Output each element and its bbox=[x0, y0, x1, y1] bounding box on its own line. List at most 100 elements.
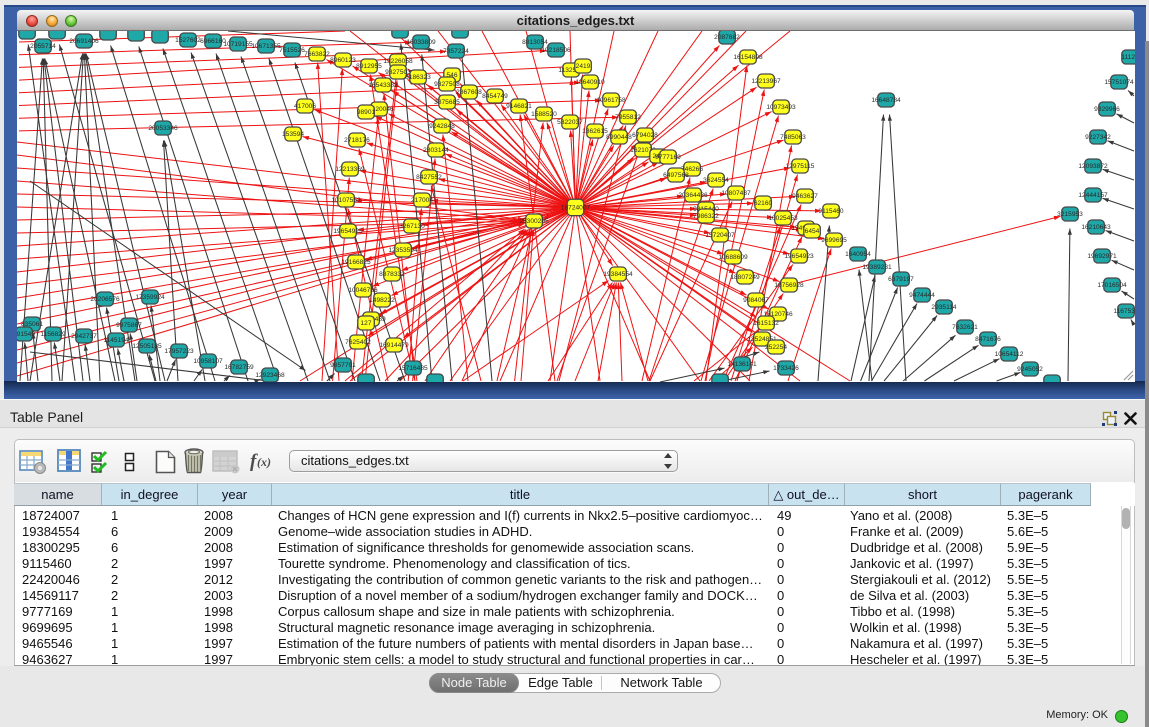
svg-text:10961758: 10961758 bbox=[596, 97, 626, 104]
svg-text:20364436: 20364436 bbox=[678, 192, 708, 199]
svg-text:9857791: 9857791 bbox=[330, 362, 356, 369]
svg-text:17016504: 17016504 bbox=[1097, 282, 1127, 289]
svg-text:2942737: 2942737 bbox=[71, 333, 97, 340]
svg-text:8454749: 8454749 bbox=[482, 93, 508, 100]
svg-text:8990448: 8990448 bbox=[606, 134, 632, 141]
svg-text:9084067: 9084067 bbox=[743, 297, 769, 304]
svg-text:19692971: 19692971 bbox=[1087, 253, 1117, 260]
svg-text:8471676: 8471676 bbox=[975, 336, 1001, 343]
svg-text:391549: 391549 bbox=[17, 331, 35, 338]
svg-text:1527602: 1527602 bbox=[175, 37, 201, 44]
svg-text:1156829: 1156829 bbox=[40, 331, 66, 338]
svg-text:10807487: 10807487 bbox=[721, 190, 751, 197]
svg-text:1615132: 1615132 bbox=[753, 320, 779, 327]
svg-text:11125: 11125 bbox=[1121, 54, 1135, 61]
svg-text:1588520: 1588520 bbox=[531, 111, 557, 118]
svg-text:6379197: 6379197 bbox=[888, 276, 914, 283]
svg-text:19389231: 19389231 bbox=[862, 264, 892, 271]
svg-text:6966160: 6966160 bbox=[200, 38, 226, 45]
svg-text:(x): (x) bbox=[257, 455, 271, 469]
svg-text:16210643: 16210643 bbox=[1081, 224, 1111, 231]
svg-text:9474444: 9474444 bbox=[909, 292, 935, 299]
svg-text:16914479: 16914479 bbox=[379, 342, 409, 349]
svg-text:3267130: 3267130 bbox=[399, 223, 425, 230]
svg-text:217004: 217004 bbox=[411, 197, 433, 204]
svg-text:16543382: 16543382 bbox=[368, 82, 398, 89]
svg-text:5322037: 5322037 bbox=[557, 119, 583, 126]
svg-text:16154808: 16154808 bbox=[733, 54, 763, 61]
svg-text:9777169: 9777169 bbox=[655, 154, 681, 161]
svg-text:2087682: 2087682 bbox=[714, 34, 740, 41]
svg-text:17359924: 17359924 bbox=[135, 294, 165, 301]
svg-text:7663822: 7663822 bbox=[304, 51, 330, 58]
svg-text:10688609: 10688609 bbox=[718, 254, 748, 261]
svg-text:9146821: 9146821 bbox=[506, 103, 532, 110]
svg-text:7986322: 7986322 bbox=[693, 213, 719, 220]
svg-text:17957223: 17957223 bbox=[164, 348, 194, 355]
svg-text:10973493: 10973493 bbox=[766, 104, 796, 111]
svg-text:10654112: 10654112 bbox=[995, 351, 1024, 358]
svg-text:18807249: 18807249 bbox=[730, 274, 760, 281]
svg-text:8813054: 8813054 bbox=[522, 39, 548, 46]
svg-text:13226058: 13226058 bbox=[383, 58, 413, 65]
svg-text:20206576: 20206576 bbox=[90, 296, 120, 303]
svg-text:12505135: 12505135 bbox=[132, 343, 162, 350]
svg-text:19654923: 19654923 bbox=[784, 253, 814, 260]
svg-text:12444157: 12444157 bbox=[1078, 192, 1108, 199]
svg-text:8427552: 8427552 bbox=[416, 174, 442, 181]
svg-text:1362615: 1362615 bbox=[582, 128, 608, 135]
svg-text:16782759: 16782759 bbox=[224, 364, 254, 371]
svg-text:12213369: 12213369 bbox=[335, 166, 365, 173]
svg-text:2867608: 2867608 bbox=[456, 89, 482, 96]
svg-text:9115460: 9115460 bbox=[818, 208, 844, 215]
svg-text:12213967: 12213967 bbox=[751, 78, 781, 85]
svg-text:19654925: 19654925 bbox=[333, 228, 363, 235]
svg-text:1167533: 1167533 bbox=[1113, 308, 1135, 315]
svg-text:9975867: 9975867 bbox=[116, 322, 142, 329]
svg-text:7632621: 7632621 bbox=[952, 324, 978, 331]
svg-text:12093872: 12093872 bbox=[1078, 163, 1108, 170]
svg-text:3624554: 3624554 bbox=[703, 177, 729, 184]
svg-text:15751074: 15751074 bbox=[1104, 79, 1134, 86]
svg-text:127: 127 bbox=[360, 320, 371, 327]
svg-text:8186323: 8186323 bbox=[405, 74, 431, 81]
svg-text:19218506: 19218506 bbox=[541, 47, 571, 54]
svg-text:15716485: 15716485 bbox=[398, 365, 428, 372]
svg-text:7485063: 7485063 bbox=[780, 134, 806, 141]
svg-text:19166825: 19166825 bbox=[341, 259, 371, 266]
svg-text:98901: 98901 bbox=[357, 109, 376, 116]
svg-text:12975115: 12975115 bbox=[786, 163, 815, 170]
svg-text:6454: 6454 bbox=[805, 228, 820, 235]
svg-text:20053346: 20053346 bbox=[148, 125, 178, 132]
svg-text:10756928: 10756928 bbox=[774, 282, 804, 289]
svg-text:6794028: 6794028 bbox=[632, 132, 658, 139]
svg-text:10107553: 10107553 bbox=[331, 197, 361, 204]
svg-text:6497568: 6497568 bbox=[663, 172, 689, 179]
svg-text:9227342: 9227342 bbox=[1085, 134, 1111, 141]
svg-text:1498222: 1498222 bbox=[369, 297, 395, 304]
svg-text:15720407: 15720407 bbox=[705, 232, 735, 239]
svg-text:16033809: 16033809 bbox=[406, 39, 436, 46]
svg-text:252254: 252254 bbox=[765, 344, 787, 351]
svg-text:1145194: 1145194 bbox=[103, 337, 129, 344]
svg-text:1640954: 1640954 bbox=[845, 251, 871, 258]
svg-text:10719155: 10719155 bbox=[223, 41, 253, 48]
svg-text:2055714: 2055714 bbox=[30, 43, 56, 50]
svg-text:16648784: 16648784 bbox=[871, 97, 901, 104]
svg-text:1733426: 1733426 bbox=[773, 365, 799, 372]
svg-text:12923468: 12923468 bbox=[255, 372, 285, 379]
svg-text:12353594: 12353594 bbox=[388, 247, 418, 254]
svg-text:7515526: 7515526 bbox=[279, 47, 305, 54]
svg-text:8878332: 8878332 bbox=[379, 271, 405, 278]
svg-text:62160: 62160 bbox=[754, 200, 773, 207]
svg-text:2419: 2419 bbox=[576, 63, 591, 70]
svg-text:2803144: 2803144 bbox=[423, 147, 449, 154]
svg-text:10025453: 10025453 bbox=[768, 215, 798, 222]
svg-text:20691406: 20691406 bbox=[69, 38, 99, 45]
svg-text:19384554: 19384554 bbox=[603, 271, 633, 278]
svg-text:10046786: 10046786 bbox=[348, 287, 378, 294]
svg-text:10671355: 10671355 bbox=[251, 43, 281, 50]
svg-text:18724007: 18724007 bbox=[561, 205, 591, 212]
svg-text:18640910: 18640910 bbox=[575, 79, 605, 86]
svg-text:2935114: 2935114 bbox=[931, 304, 957, 311]
